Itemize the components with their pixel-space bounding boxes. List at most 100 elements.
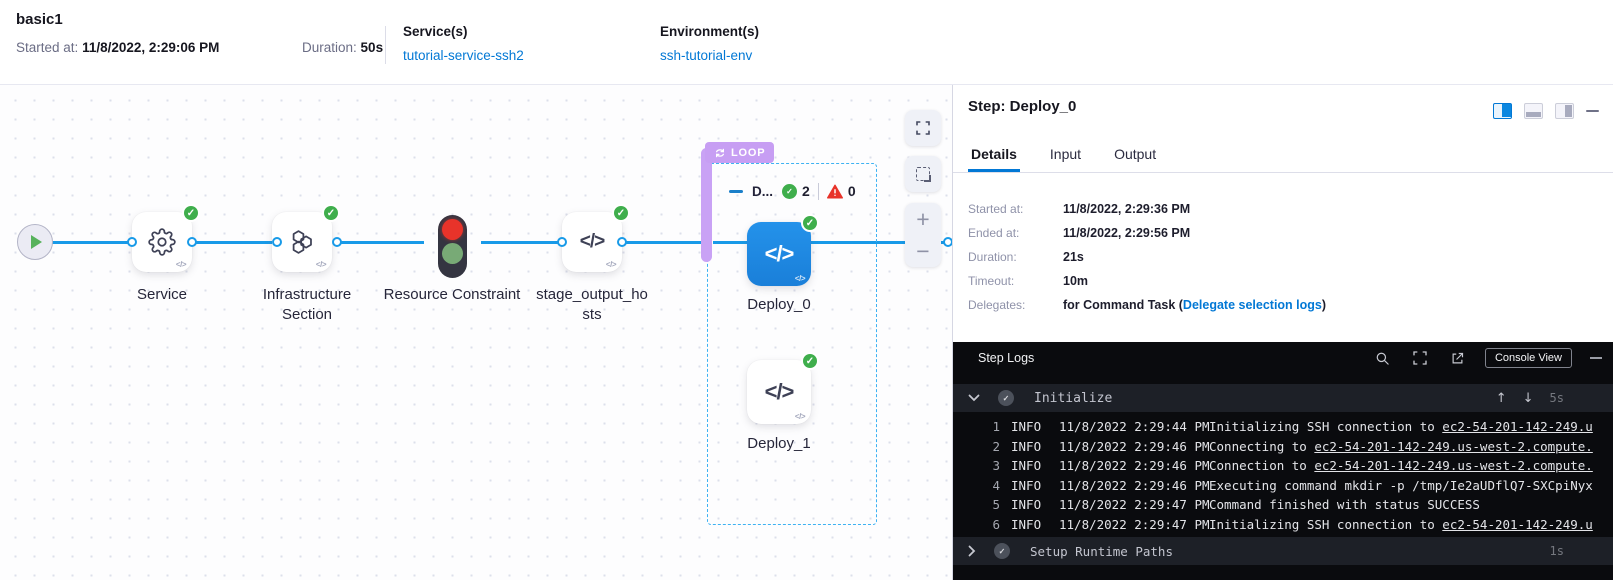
service-link[interactable]: tutorial-service-ssh2 (403, 48, 524, 63)
section-success-icon: ✓ (998, 390, 1014, 406)
delegate-selection-logs-link[interactable]: Delegate selection logs (1183, 298, 1322, 312)
log-message: Connection to (1209, 458, 1314, 473)
log-open-external-icon[interactable] (1450, 351, 1465, 366)
zoom-in-button[interactable]: + (916, 209, 929, 230)
node-label-stage-output-hosts[interactable]: stage_output_hosts (536, 285, 648, 326)
detail-label: Duration: (968, 250, 1063, 264)
pipeline-start-node[interactable] (17, 224, 53, 260)
step-details-panel: Step: Deploy_0 Details Input Output Star… (952, 85, 1613, 580)
loop-badge[interactable]: LOOP (705, 142, 774, 163)
flow-line (337, 241, 424, 244)
tab-details[interactable]: Details (968, 140, 1020, 172)
scroll-to-bottom-icon[interactable]: ↓ (1523, 391, 1534, 406)
log-message: Initializing SSH connection to (1209, 517, 1442, 532)
failure-count: 0 (848, 183, 856, 199)
log-line-number: 5 (967, 497, 1000, 512)
bottom-view-icon[interactable] (1524, 103, 1543, 119)
log-timestamp: 11/8/2022 2:29:47 PM (1059, 517, 1209, 532)
step-panel-title: Step: Deploy_0 (968, 98, 1076, 115)
detail-row: Delegates: for Command Task (Delegate se… (968, 293, 1326, 317)
environments-label: Environment(s) (660, 24, 759, 39)
step-details-list: Started at: 11/8/2022, 2:29:36 PM Ended … (968, 197, 1326, 317)
delegates-prefix: for Command Task ( (1063, 298, 1183, 312)
started-at-value: 11/8/2022, 2:29:06 PM (82, 40, 219, 55)
detail-value: 11/8/2022, 2:29:56 PM (1063, 226, 1190, 240)
log-host-link[interactable]: ec2-54-201-142-249.us-west-2.compute. (1314, 458, 1592, 473)
section-duration: 1s (1550, 544, 1564, 558)
flow-line (48, 241, 132, 244)
node-service[interactable]: ✓ </> (132, 212, 192, 272)
zoom-out-button[interactable]: − (916, 241, 929, 262)
success-count-icon: ✓ (782, 184, 797, 199)
chevron-right-icon[interactable] (968, 545, 976, 557)
log-line-number: 4 (967, 478, 1000, 493)
zoom-controls: + − (905, 203, 941, 267)
scroll-to-top-icon[interactable]: ↑ (1496, 391, 1507, 406)
code-icon: </> (765, 241, 794, 267)
success-count: 2 (802, 183, 810, 199)
log-level: INFO (1011, 439, 1059, 454)
fit-to-screen-button[interactable] (905, 110, 941, 146)
connector-dot (332, 237, 342, 247)
node-resource-constraint[interactable] (438, 215, 467, 278)
node-label-infrastructure[interactable]: Infrastructure Section (237, 285, 377, 326)
log-line-number: 3 (967, 458, 1000, 473)
section-name[interactable]: Setup Runtime Paths (1030, 544, 1173, 559)
node-stage-output-hosts[interactable]: </> ✓ </> (562, 212, 622, 272)
log-host-link[interactable]: ec2-54-201-142-249.us-west-2.compute. (1314, 439, 1592, 454)
split-view-icon[interactable] (1493, 103, 1512, 119)
gear-icon (148, 228, 176, 256)
log-section-setup-runtime-paths[interactable]: ✓ Setup Runtime Paths 1s (953, 537, 1613, 565)
success-badge: ✓ (801, 214, 819, 232)
node-label-resource-constraint[interactable]: Resource Constraint (382, 285, 522, 305)
log-host-link[interactable]: ec2-54-201-142-249.u (1442, 419, 1593, 434)
loop-group-container[interactable] (707, 163, 877, 525)
node-label-deploy-1[interactable]: Deploy_1 (709, 434, 849, 454)
log-timestamp: 11/8/2022 2:29:44 PM (1059, 419, 1209, 434)
detail-label: Started at: (968, 202, 1063, 216)
console-view-button[interactable]: Console View (1485, 348, 1572, 368)
services-column: Service(s) tutorial-service-ssh2 (403, 24, 524, 65)
step-tabs: Details Input Output (953, 140, 1613, 173)
flow-line (192, 241, 277, 244)
step-logs-header: Step Logs Console View (953, 342, 1613, 374)
tab-input[interactable]: Input (1047, 140, 1084, 172)
log-timestamp: 11/8/2022 2:29:46 PM (1059, 439, 1209, 454)
log-search-icon[interactable] (1375, 351, 1390, 366)
code-mini-icon: </> (795, 412, 805, 421)
delegates-suffix: ) (1322, 298, 1326, 312)
loop-badge-label: LOOP (731, 147, 765, 159)
log-host-link[interactable]: ec2-54-201-142-249.u (1442, 517, 1593, 532)
detail-value: for Command Task (Delegate selection log… (1063, 298, 1326, 312)
connector-dot (943, 237, 952, 247)
collapse-group-icon[interactable] (729, 190, 743, 193)
log-level: INFO (1011, 517, 1059, 532)
node-label-service[interactable]: Service (92, 285, 232, 305)
traffic-light-green (442, 243, 463, 264)
node-deploy-0[interactable]: </> ✓ </> (747, 222, 811, 286)
tab-output[interactable]: Output (1111, 140, 1159, 172)
minimize-logs-icon[interactable] (1590, 357, 1602, 359)
code-mini-icon: </> (795, 274, 805, 283)
code-mini-icon: </> (316, 260, 326, 269)
log-lines: 1 INFO 11/8/2022 2:29:44 PM Initializing… (953, 412, 1613, 537)
log-line-number: 1 (967, 419, 1000, 434)
log-fullscreen-icon[interactable] (1412, 350, 1428, 366)
count-divider (818, 183, 819, 200)
right-view-icon[interactable] (1555, 103, 1574, 119)
chevron-down-icon[interactable] (968, 394, 980, 402)
loop-group-header: D... ✓ 2 0 (729, 181, 856, 201)
log-section-initialize[interactable]: ✓ Initialize ↑ ↓ 5s (953, 384, 1613, 412)
section-name[interactable]: Initialize (1034, 391, 1112, 406)
node-deploy-1[interactable]: </> ✓ </> (747, 360, 811, 424)
log-gap (953, 374, 1613, 384)
node-label-deploy-0[interactable]: Deploy_0 (709, 295, 849, 315)
pipeline-canvas[interactable]: ✓ </> Service ✓ </> Infrastructure Secti… (0, 85, 952, 580)
code-icon: </> (765, 379, 794, 405)
environment-link[interactable]: ssh-tutorial-env (660, 48, 752, 63)
detail-value: 10m (1063, 274, 1088, 288)
collapse-panel-icon[interactable] (1586, 110, 1599, 112)
marquee-select-button[interactable] (905, 156, 941, 192)
success-badge: ✓ (801, 352, 819, 370)
loop-group-name[interactable]: D... (752, 184, 773, 199)
